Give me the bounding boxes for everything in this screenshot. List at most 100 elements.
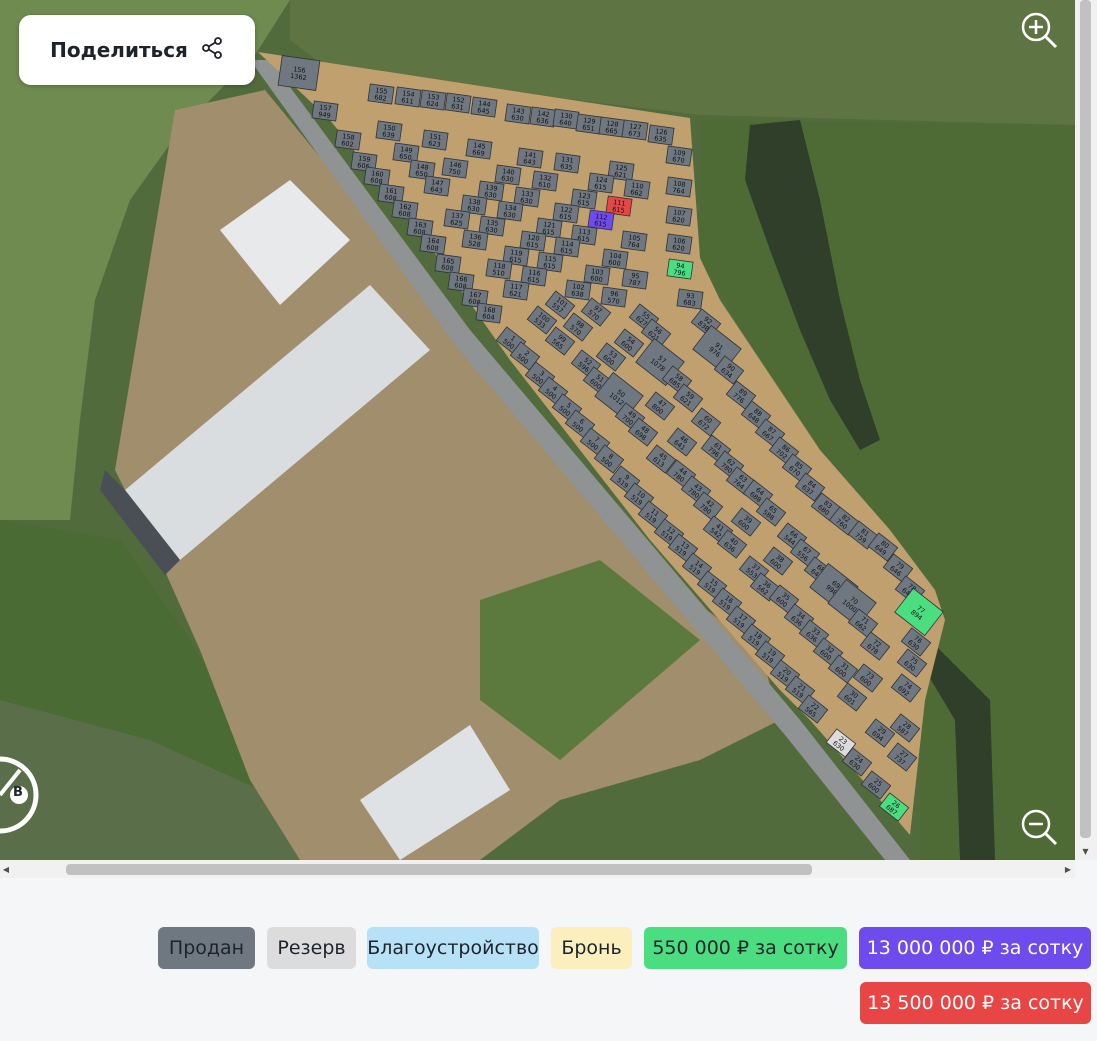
- scroll-left-arrow-icon[interactable]: ◀: [0, 864, 12, 875]
- plot-152[interactable]: 152631: [444, 92, 472, 114]
- plot-130[interactable]: 130640: [552, 108, 580, 130]
- satellite-map: 1561362 157949 158602 155682 154611 153624 152…: [0, 0, 1075, 860]
- plot-141[interactable]: 141643: [516, 147, 544, 169]
- plot-93[interactable]: 93683: [676, 288, 704, 310]
- plot-112[interactable]: 112615: [587, 209, 615, 231]
- plot-105[interactable]: 105764: [620, 230, 648, 252]
- plot-168[interactable]: 168604: [475, 302, 503, 324]
- plot-122[interactable]: 122615: [552, 202, 580, 224]
- plot-155[interactable]: 155682: [367, 83, 395, 105]
- plot-150[interactable]: 150639: [375, 120, 403, 142]
- legend-improvement: Благоустройство: [367, 927, 539, 969]
- plot-165[interactable]: 165608: [434, 253, 462, 275]
- plot-area: 638: [571, 289, 584, 299]
- scroll-down-arrow-icon[interactable]: ▼: [1080, 846, 1091, 858]
- plot-area: 650: [399, 152, 412, 162]
- plot-136[interactable]: 136528: [461, 229, 489, 251]
- plot-area: 620: [672, 215, 685, 225]
- plot-area: 630: [503, 210, 516, 220]
- plot-164[interactable]: 164608: [419, 233, 447, 255]
- plot-area: 528: [468, 239, 481, 249]
- plot-area: 645: [477, 106, 490, 116]
- plot-158[interactable]: 158602: [334, 129, 362, 151]
- plot-114[interactable]: 114615: [553, 236, 581, 258]
- legend-sold: Продан: [158, 927, 255, 969]
- plot-area: 630: [511, 113, 524, 123]
- plot-129[interactable]: 129651: [575, 113, 603, 135]
- plot-area: 600: [590, 274, 603, 284]
- plot-area: 636: [536, 116, 549, 126]
- plot-area: 600: [608, 258, 621, 268]
- legend-booked: Бронь: [551, 927, 632, 969]
- plot-102[interactable]: 102638: [564, 279, 592, 301]
- legend-price-550k-label: 550 000 ₽ за сотку: [652, 937, 839, 959]
- plot-117[interactable]: 117621: [502, 279, 530, 301]
- plot-106[interactable]: 106620: [665, 233, 693, 255]
- plot-140[interactable]: 140630: [494, 164, 522, 186]
- plot-area: 662: [630, 188, 643, 198]
- plot-132[interactable]: 132610: [531, 170, 559, 192]
- plot-area: 570: [607, 296, 620, 306]
- compass[interactable]: В: [0, 740, 40, 850]
- plot-131[interactable]: 131635: [553, 152, 581, 174]
- plot-147[interactable]: 147643: [423, 175, 451, 197]
- plot-142[interactable]: 142636: [529, 106, 557, 128]
- plot-area: 608: [441, 263, 454, 273]
- plot-144[interactable]: 144645: [470, 96, 498, 118]
- plot-107[interactable]: 107620: [665, 205, 693, 227]
- map-viewport[interactable]: 156 1362 157 949 158 602 155 682 154 611 153 624 152…: [0, 0, 1075, 860]
- legend-price-13m-label: 13 000 000 ₽ за сотку: [866, 937, 1084, 959]
- plot-area: 643: [523, 157, 536, 167]
- plot-146[interactable]: 146750: [441, 157, 469, 179]
- plot-153[interactable]: 153624: [419, 89, 447, 111]
- zoom-out-button[interactable]: [1017, 805, 1061, 849]
- plot-110[interactable]: 110662: [623, 178, 651, 200]
- plot-156[interactable]: 1561362: [277, 55, 321, 91]
- share-icon: [200, 36, 224, 64]
- plot-area: 750: [448, 167, 461, 177]
- plot-118[interactable]: 118510: [485, 258, 513, 280]
- zoom-in-icon: [1021, 12, 1058, 49]
- plot-120[interactable]: 120615: [519, 230, 547, 252]
- plot-103[interactable]: 103600: [583, 264, 611, 286]
- vertical-scrollbar-thumb[interactable]: [1080, 0, 1091, 838]
- horizontal-scrollbar-thumb[interactable]: [66, 864, 812, 875]
- plot-134[interactable]: 134630: [496, 200, 524, 222]
- plot-157[interactable]: 157949: [311, 100, 339, 122]
- plot-area: 764: [627, 240, 640, 250]
- plot-126[interactable]: 126635: [647, 124, 675, 146]
- plot-145[interactable]: 145669: [465, 138, 493, 160]
- plot-area: 615: [560, 246, 573, 256]
- plot-154[interactable]: 154611: [394, 86, 422, 108]
- plot-area: 623: [428, 139, 441, 149]
- plot-area: 604: [482, 312, 495, 322]
- plot-area: 796: [673, 268, 686, 278]
- plot-128[interactable]: 128665: [598, 116, 626, 138]
- plot-area: 602: [341, 139, 354, 149]
- plot-143[interactable]: 143630: [504, 103, 532, 125]
- plot-151[interactable]: 151623: [421, 129, 449, 151]
- plot-area: 651: [582, 123, 595, 133]
- plot-160[interactable]: 160608: [363, 166, 391, 188]
- plot-127[interactable]: 127673: [621, 119, 649, 141]
- zoom-in-button[interactable]: [1017, 8, 1061, 52]
- plot-area: 635: [654, 134, 667, 144]
- plot-109[interactable]: 109670: [665, 145, 693, 167]
- plot-162[interactable]: 162608: [391, 199, 419, 221]
- share-button[interactable]: Поделиться: [19, 15, 255, 85]
- plot-104[interactable]: 104600: [601, 248, 629, 270]
- plot-95[interactable]: 95787: [621, 268, 649, 290]
- legend-price-550k: 550 000 ₽ за сотку: [644, 927, 847, 969]
- plot-area: 625: [450, 218, 463, 228]
- plot-137[interactable]: 137625: [443, 208, 471, 230]
- legend-reserve-label: Резерв: [277, 937, 346, 959]
- plot-108[interactable]: 108764: [665, 176, 693, 198]
- plot-area: 639: [382, 130, 395, 140]
- plot-area: 670: [672, 155, 685, 165]
- plot-96[interactable]: 96570: [600, 286, 628, 308]
- scroll-right-arrow-icon[interactable]: ▶: [1062, 864, 1074, 875]
- plot-area: 621: [614, 170, 627, 180]
- plot-94[interactable]: 94796: [666, 258, 694, 280]
- plot-124[interactable]: 124615: [587, 172, 615, 194]
- plot-area: 624: [426, 99, 439, 109]
